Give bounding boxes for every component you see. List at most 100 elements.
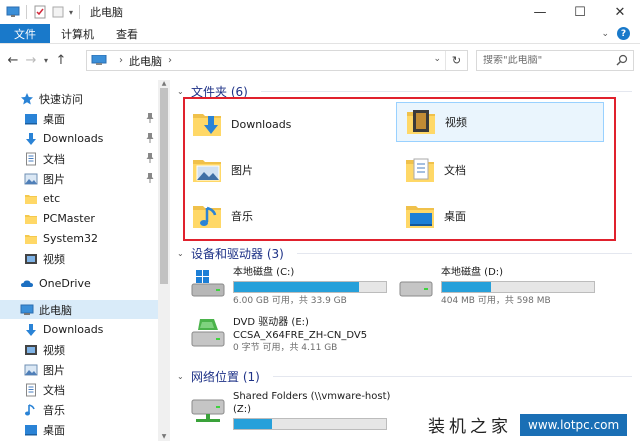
drive-name: 本地磁盘 (D:) bbox=[441, 267, 504, 278]
watermark: 装机之家 www.lotpc.com bbox=[420, 408, 640, 441]
nav-item-quick-access[interactable]: 快速访问 bbox=[0, 89, 158, 108]
document-icon bbox=[24, 383, 38, 397]
folder-icon bbox=[24, 212, 38, 226]
computer-icon bbox=[6, 5, 20, 19]
drive-usage-fill bbox=[442, 282, 491, 292]
drive-letter: (Z:) bbox=[233, 404, 252, 415]
nav-item-videos-quick[interactable]: 视频 bbox=[0, 249, 158, 268]
network-drive-icon bbox=[190, 390, 226, 426]
pin-icon[interactable] bbox=[145, 172, 155, 184]
up-arrow-icon[interactable]: ↑ bbox=[52, 49, 70, 71]
desktop-icon bbox=[24, 423, 38, 437]
nav-scrollbar[interactable]: ▲ ▼ bbox=[158, 80, 170, 441]
drive-c[interactable]: 本地磁盘 (C:) 6.00 GB 可用，共 33.9 GB bbox=[190, 266, 387, 312]
group-divider bbox=[261, 91, 632, 92]
group-header-devices[interactable]: ⌄ 设备和驱动器 (3) bbox=[177, 245, 632, 261]
hard-drive-icon bbox=[398, 266, 434, 302]
tab-file[interactable]: 文件 bbox=[0, 24, 50, 43]
windows-drive-icon bbox=[190, 266, 226, 302]
address-row: ← → ▾ ↑ › 此电脑 › ⌄ ↻ bbox=[0, 45, 640, 75]
pin-icon[interactable] bbox=[145, 132, 155, 144]
forward-arrow-icon[interactable]: → bbox=[22, 49, 40, 71]
drive-size: 0 字节 可用，共 4.11 GB bbox=[233, 343, 338, 353]
star-icon bbox=[20, 92, 34, 106]
nav-item-desktop-pc[interactable]: 桌面 bbox=[0, 420, 158, 439]
nav-item-music[interactable]: 音乐 bbox=[0, 400, 158, 419]
minimize-button[interactable]: — bbox=[520, 0, 560, 24]
scroll-down-icon[interactable]: ▼ bbox=[158, 433, 170, 441]
drive-usage-bar bbox=[233, 281, 387, 293]
drive-name: Shared Folders (\\vmware-host) bbox=[233, 391, 391, 402]
nav-item-videos[interactable]: 视频 bbox=[0, 340, 158, 359]
folder-downloads[interactable]: Downloads bbox=[191, 104, 381, 144]
breadcrumb-this-pc[interactable]: 此电脑 bbox=[129, 53, 162, 69]
drive-name: DVD 驱动器 (E:) bbox=[233, 317, 309, 328]
back-arrow-icon[interactable]: ← bbox=[4, 49, 22, 71]
group-header-network[interactable]: ⌄ 网络位置 (1) bbox=[177, 368, 632, 384]
scroll-up-icon[interactable]: ▲ bbox=[158, 80, 170, 88]
drive-d[interactable]: 本地磁盘 (D:) 404 MB 可用，共 598 MB bbox=[398, 266, 595, 312]
toolbar-separator bbox=[79, 5, 81, 19]
nav-item-documents[interactable]: 文档 bbox=[0, 380, 158, 399]
address-history-chevron-icon[interactable]: ⌄ bbox=[433, 54, 441, 64]
search-icon[interactable] bbox=[616, 54, 628, 66]
breadcrumb-separator-icon[interactable]: › bbox=[119, 55, 123, 66]
nav-item-etc[interactable]: etc bbox=[0, 189, 158, 208]
collapse-chevron-icon[interactable]: ⌄ bbox=[177, 87, 185, 96]
tab-computer[interactable]: 计算机 bbox=[50, 24, 105, 43]
highlight-box: Downloads 视频 图片 文档 音乐 桌面 bbox=[183, 97, 616, 241]
refresh-icon[interactable]: ↻ bbox=[445, 51, 467, 70]
customize-toolbar-chevron-icon[interactable]: ▾ bbox=[69, 8, 73, 17]
nav-item-pcmaster[interactable]: PCMaster bbox=[0, 209, 158, 228]
download-arrow-icon bbox=[24, 323, 38, 337]
nav-item-pictures-pinned[interactable]: 图片 bbox=[0, 169, 158, 188]
nav-item-this-pc[interactable]: 此电脑 bbox=[0, 300, 158, 319]
folder-documents[interactable]: 文档 bbox=[404, 150, 594, 190]
pin-icon[interactable] bbox=[145, 152, 155, 164]
nav-item-documents-pinned[interactable]: 文档 bbox=[0, 149, 158, 168]
folder-desktop[interactable]: 桌面 bbox=[404, 196, 594, 236]
breadcrumb-separator-icon[interactable]: › bbox=[168, 55, 172, 66]
address-bar[interactable]: › 此电脑 › ⌄ ↻ bbox=[86, 50, 468, 71]
group-divider bbox=[297, 253, 632, 254]
ribbon-tabs: 文件 计算机 查看 ⌄ ? bbox=[0, 24, 640, 44]
collapse-chevron-icon[interactable]: ⌄ bbox=[177, 372, 185, 381]
downloads-folder-icon bbox=[191, 108, 223, 140]
nav-item-system32[interactable]: System32 bbox=[0, 229, 158, 248]
expand-ribbon-chevron-icon[interactable]: ⌄ bbox=[601, 29, 609, 39]
new-folder-icon[interactable] bbox=[51, 5, 65, 19]
nav-item-pictures[interactable]: 图片 bbox=[0, 360, 158, 379]
folder-pictures[interactable]: 图片 bbox=[191, 150, 381, 190]
watermark-url: www.lotpc.com bbox=[520, 413, 628, 436]
pictures-icon bbox=[24, 172, 38, 186]
pin-icon[interactable] bbox=[145, 112, 155, 124]
drive-name: 本地磁盘 (C:) bbox=[233, 267, 295, 278]
music-icon bbox=[24, 403, 38, 417]
network-drive-z[interactable]: Shared Folders (\\vmware-host) (Z:) bbox=[190, 390, 390, 436]
nav-item-onedrive[interactable]: OneDrive bbox=[0, 274, 158, 293]
tab-view[interactable]: 查看 bbox=[105, 24, 149, 43]
nav-item-downloads[interactable]: Downloads bbox=[0, 320, 158, 339]
group-divider bbox=[273, 376, 632, 377]
folder-music[interactable]: 音乐 bbox=[191, 196, 381, 236]
search-input[interactable] bbox=[483, 55, 613, 66]
drive-usage-fill bbox=[234, 419, 272, 429]
scrollbar-thumb[interactable] bbox=[160, 88, 168, 284]
drive-usage-bar bbox=[233, 418, 387, 430]
toolbar-separator bbox=[26, 5, 27, 19]
drive-size: 6.00 GB 可用，共 33.9 GB bbox=[233, 296, 347, 306]
properties-check-icon[interactable] bbox=[33, 5, 47, 19]
drive-size: 404 MB 可用，共 598 MB bbox=[441, 296, 551, 306]
recent-locations-chevron-icon[interactable]: ▾ bbox=[40, 49, 52, 71]
drive-e[interactable]: DVD 驱动器 (E:) CCSA_X64FRE_ZH-CN_DV5 0 字节 … bbox=[190, 316, 367, 362]
nav-item-downloads-pinned[interactable]: Downloads bbox=[0, 129, 158, 148]
search-box[interactable] bbox=[476, 50, 634, 71]
drive-usage-fill bbox=[234, 282, 359, 292]
collapse-chevron-icon[interactable]: ⌄ bbox=[177, 249, 185, 258]
drive-volume-label: CCSA_X64FRE_ZH-CN_DV5 bbox=[233, 330, 368, 341]
close-button[interactable]: ✕ bbox=[600, 0, 640, 24]
nav-item-desktop[interactable]: 桌面 bbox=[0, 109, 158, 128]
help-icon[interactable]: ? bbox=[617, 27, 630, 40]
maximize-button[interactable]: ☐ bbox=[560, 0, 600, 24]
folder-videos[interactable]: 视频 bbox=[396, 102, 604, 142]
